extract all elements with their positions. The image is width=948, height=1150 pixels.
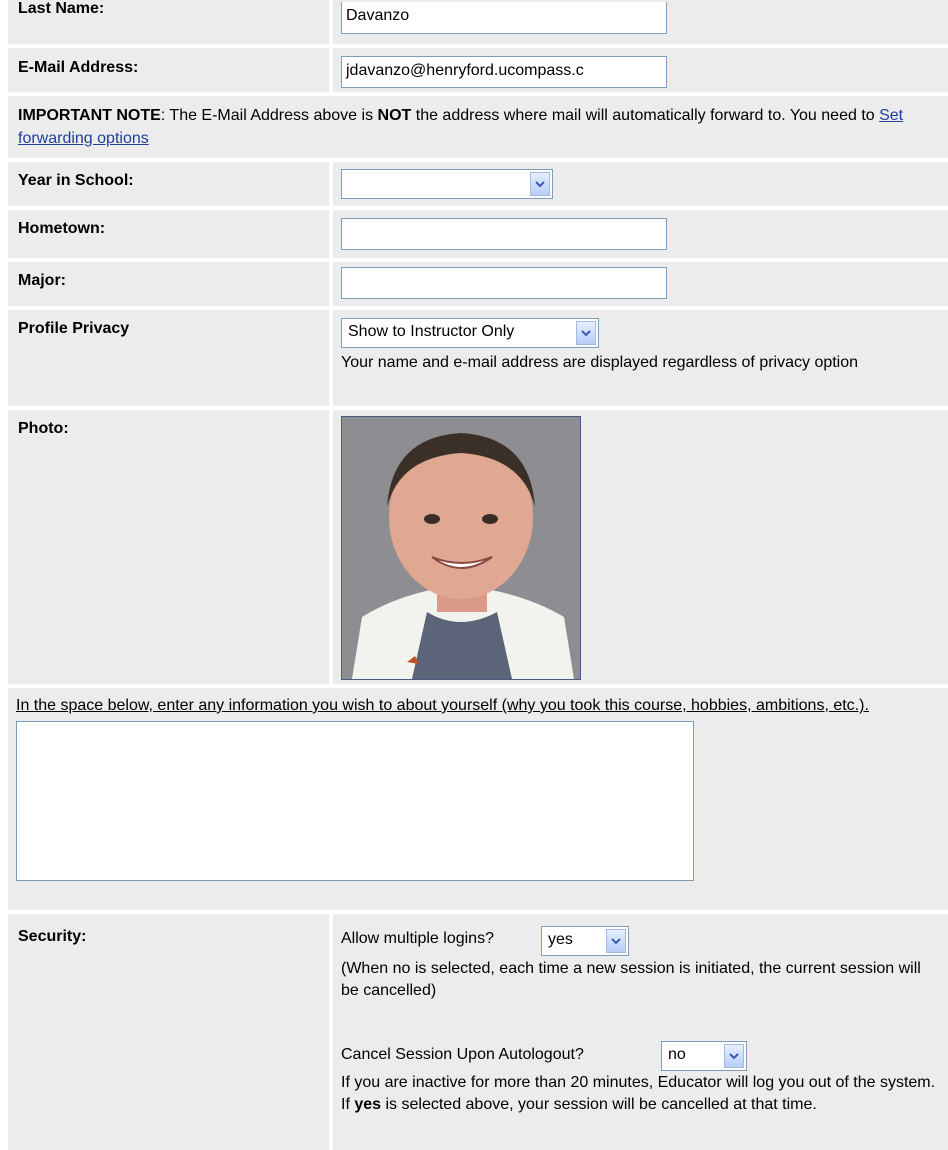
about-textarea[interactable]: [16, 721, 694, 881]
cancel-session-select[interactable]: no: [661, 1041, 747, 1071]
major-input[interactable]: [341, 267, 667, 299]
privacy-row: Profile Privacy Show to Instructor Only …: [8, 310, 948, 406]
hometown-label: Hometown:: [8, 210, 329, 258]
profile-photo: [341, 416, 581, 680]
chevron-down-icon: [606, 929, 626, 953]
major-row: Major:: [8, 262, 948, 306]
important-note: IMPORTANT NOTE: The E-Mail Address above…: [8, 96, 948, 158]
multi-login-label: Allow multiple logins?: [341, 930, 494, 947]
year-row: Year in School:: [8, 162, 948, 206]
last-name-cell: Davanzo: [333, 0, 948, 44]
last-name-label: Last Name:: [8, 0, 329, 44]
note-text-b: the address where mail will automaticall…: [411, 107, 880, 124]
cancel-help-b: is selected above, your session will be …: [381, 1096, 817, 1113]
last-name-input[interactable]: Davanzo: [341, 2, 667, 34]
hometown-cell: [333, 210, 948, 258]
email-input[interactable]: jdavanzo@henryford.ucompass.c: [341, 56, 667, 88]
photo-cell: [333, 410, 948, 684]
chevron-down-icon: [530, 172, 550, 196]
security-label: Security:: [8, 914, 329, 1150]
cancel-help-yes: yes: [354, 1096, 382, 1113]
note-not: NOT: [377, 107, 412, 124]
security-row: Security: Allow multiple logins? yes (Wh…: [8, 914, 948, 1150]
chevron-down-icon: [724, 1044, 744, 1068]
about-section: In the space below, enter any informatio…: [8, 688, 948, 910]
email-row: E-Mail Address: jdavanzo@henryford.ucomp…: [8, 48, 948, 92]
about-prompt: In the space below, enter any informatio…: [16, 697, 869, 714]
major-cell: [333, 262, 948, 306]
privacy-cell: Show to Instructor Only Your name and e-…: [333, 310, 948, 406]
email-cell: jdavanzo@henryford.ucompass.c: [333, 48, 948, 92]
multi-login-select[interactable]: yes: [541, 926, 629, 956]
security-cell: Allow multiple logins? yes (When no is s…: [333, 914, 948, 1150]
hometown-row: Hometown:: [8, 210, 948, 258]
hometown-input[interactable]: [341, 218, 667, 250]
profile-form: Last Name: Davanzo E-Mail Address: jdava…: [0, 0, 948, 1150]
email-label: E-Mail Address:: [8, 48, 329, 92]
photo-label: Photo:: [8, 410, 329, 684]
privacy-select-value: Show to Instructor Only: [348, 323, 515, 340]
major-label: Major:: [8, 262, 329, 306]
year-label: Year in School:: [8, 162, 329, 206]
privacy-help: Your name and e-mail address are display…: [341, 354, 859, 371]
photo-row: Photo:: [8, 410, 948, 684]
year-cell: [333, 162, 948, 206]
year-select[interactable]: [341, 169, 553, 199]
cancel-session-value: no: [668, 1046, 686, 1063]
multi-login-value: yes: [548, 931, 573, 948]
privacy-label: Profile Privacy: [8, 310, 329, 406]
cancel-session-label: Cancel Session Upon Autologout?: [341, 1046, 584, 1063]
note-strong: IMPORTANT NOTE: [18, 107, 161, 124]
chevron-down-icon: [576, 321, 596, 345]
multi-login-help: (When no is selected, each time a new se…: [341, 960, 921, 999]
privacy-select[interactable]: Show to Instructor Only: [341, 318, 599, 348]
last-name-row: Last Name: Davanzo: [8, 0, 948, 44]
cancel-session-help: If you are inactive for more than 20 min…: [341, 1072, 944, 1116]
note-text-a: : The E-Mail Address above is: [160, 107, 378, 124]
